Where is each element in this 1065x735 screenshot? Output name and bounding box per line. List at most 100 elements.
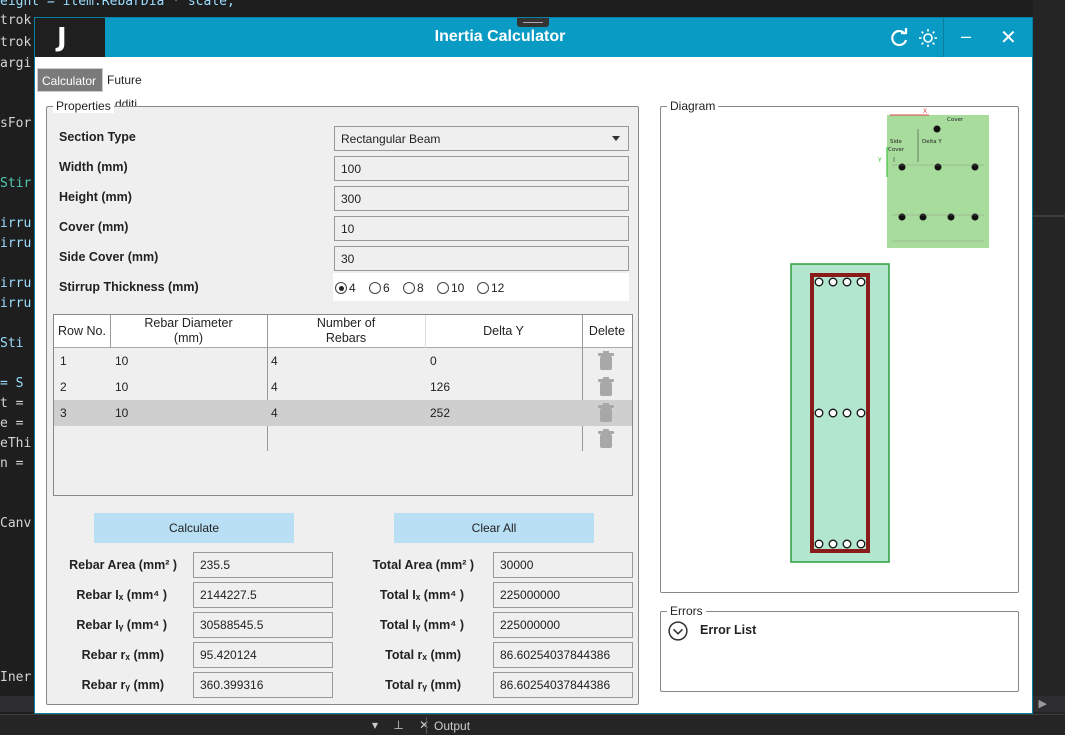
rebar-area-field[interactable]: 235.5 (193, 552, 333, 578)
cover-field[interactable]: 10 (334, 216, 629, 241)
diagram-group-label: Diagram (667, 99, 719, 113)
cell-rebar-diameter[interactable]: 10 (115, 380, 128, 394)
code-line: n = (0, 456, 24, 471)
code-line: irru (0, 276, 32, 291)
code-line: t = (0, 396, 24, 411)
cell-row-no[interactable]: 2 (60, 380, 67, 394)
legend-x-label: X (923, 108, 927, 115)
side-cover-field[interactable]: 30 (334, 246, 629, 271)
total-ry-field[interactable]: 86.60254037844386 (493, 672, 633, 698)
cell-row-no[interactable]: 1 (60, 354, 67, 368)
code-line: = S (0, 376, 24, 391)
errors-group-label: Errors (667, 604, 706, 618)
sun-icon[interactable] (918, 28, 938, 48)
code-line: irru (0, 296, 32, 311)
stirrup-thickness-radio-group: 4 6 8 10 12 (333, 273, 629, 301)
refresh-icon[interactable] (890, 28, 910, 48)
clear-all-button[interactable]: Clear All (394, 513, 594, 543)
code-line: irru (0, 216, 32, 231)
total-rx-field[interactable]: 86.60254037844386 (493, 642, 633, 668)
code-line: sFor (0, 116, 32, 131)
stirrup-radio-6[interactable]: 6 (369, 280, 390, 295)
code-line-top: eight = item.RebarDia * scale, (0, 0, 235, 9)
rebar-table: Row No. Rebar Diameter (mm) Number of Reba… (53, 314, 633, 496)
close-button[interactable]: ✕ (1000, 25, 1017, 50)
header-row-no[interactable]: Row No. (54, 315, 110, 348)
legend-diagram: X Y Cover Side Cover Delta Y (877, 108, 989, 248)
code-line: Iner (0, 670, 32, 685)
cell-delta-y[interactable]: 126 (430, 380, 450, 394)
height-field[interactable]: 300 (334, 186, 629, 211)
cell-rebar-diameter[interactable]: 10 (115, 354, 128, 368)
properties-group: Properties Section Type Rectangular Beam… (46, 99, 639, 705)
cell-delta-y[interactable]: 252 (430, 406, 450, 420)
code-line: trok (0, 35, 32, 50)
cell-rebar-diameter[interactable]: 10 (115, 406, 128, 420)
header-number-of-rebars[interactable]: Number of Rebars (267, 315, 425, 348)
width-field[interactable]: 100 (334, 156, 629, 181)
title-bar[interactable]: J Inertia Calculator – ✕ (35, 18, 1032, 57)
code-line: Sti (0, 336, 24, 351)
stirrup-thickness-label: Stirrup Thickness (mm) (59, 280, 199, 294)
scroll-right-icon[interactable]: ▶ (1039, 697, 1047, 710)
header-rebar-diameter[interactable]: Rebar Diameter (mm) (110, 315, 267, 348)
drag-grip[interactable] (517, 18, 549, 27)
inertia-calculator-window: J Inertia Calculator – ✕ Calculator Futu… (34, 17, 1033, 714)
table-row-empty (54, 426, 632, 452)
stirrup-radio-12[interactable]: 12 (477, 280, 504, 295)
total-rx-label: Total rₓ (mm) (385, 648, 461, 662)
properties-group-label: Properties (53, 99, 114, 113)
rebar-ix-field[interactable]: 2144227.5 (193, 582, 333, 608)
beam-outline (790, 263, 890, 563)
trash-icon[interactable] (597, 377, 615, 397)
cell-number-of-rebars[interactable]: 4 (271, 406, 278, 420)
total-area-field[interactable]: 30000 (493, 552, 633, 578)
cover-label: Cover (mm) (59, 220, 129, 234)
chevron-down-icon[interactable] (668, 621, 688, 641)
total-ix-field[interactable]: 225000000 (493, 582, 633, 608)
stirrup-radio-10[interactable]: 10 (437, 280, 464, 295)
height-label: Height (mm) (59, 190, 132, 204)
legend-side-label: Side (890, 139, 903, 145)
table-row[interactable]: 3 10 4 252 (54, 400, 632, 426)
legend-y-label: Y (877, 157, 882, 164)
trash-icon[interactable] (597, 351, 615, 371)
side-cover-label: Side Cover (mm) (59, 250, 159, 264)
errors-group: Errors Error List (660, 604, 1019, 692)
minimize-button[interactable]: – (961, 26, 971, 47)
trash-icon[interactable] (597, 429, 615, 449)
beam-section-diagram (790, 263, 890, 563)
header-delta-y[interactable]: Delta Y (425, 315, 582, 348)
rebar-ix-label: Rebar Iₓ (mm⁴ ) (76, 588, 167, 602)
table-row[interactable]: 1 10 4 0 (54, 348, 632, 374)
rebar-ry-field[interactable]: 360.399316 (193, 672, 333, 698)
output-tab[interactable]: Output (434, 719, 470, 733)
legend-cover-label: Cover (947, 117, 964, 123)
tab-calculator[interactable]: Calculator (37, 68, 103, 92)
stirrup-radio-4[interactable]: 4 (335, 280, 356, 295)
header-delete[interactable]: Delete (582, 315, 632, 348)
total-ix-label: Total Iₓ (mm⁴ ) (379, 588, 464, 602)
table-row[interactable]: 2 10 4 126 (54, 374, 632, 400)
cell-delta-y[interactable]: 0 (430, 354, 437, 368)
editor-status-panel: ▾ ⊥ ✕ Output (0, 714, 1065, 735)
editor-right-strip (1033, 0, 1065, 735)
stirrup-radio-8[interactable]: 8 (403, 280, 424, 295)
total-iy-field[interactable]: 225000000 (493, 612, 633, 638)
table-header: Row No. Rebar Diameter (mm) Number of Reba… (54, 315, 632, 348)
section-type-select[interactable]: Rectangular Beam (334, 126, 629, 151)
cell-number-of-rebars[interactable]: 4 (271, 380, 278, 394)
calculate-button[interactable]: Calculate (94, 513, 294, 543)
code-line: e = (0, 416, 24, 431)
rebar-iy-field[interactable]: 30588545.5 (193, 612, 333, 638)
chevron-down-icon (612, 136, 620, 141)
tab-future-additions[interactable]: Future Additi (103, 68, 146, 111)
code-line: irru (0, 236, 32, 251)
error-list-title: Error List (700, 623, 757, 637)
rebar-rx-field[interactable]: 95.420124 (193, 642, 333, 668)
code-line: Stir (0, 176, 32, 191)
window-title: Inertia Calculator (434, 28, 566, 45)
cell-number-of-rebars[interactable]: 4 (271, 354, 278, 368)
cell-row-no[interactable]: 3 (60, 406, 67, 420)
trash-icon[interactable] (597, 403, 615, 423)
